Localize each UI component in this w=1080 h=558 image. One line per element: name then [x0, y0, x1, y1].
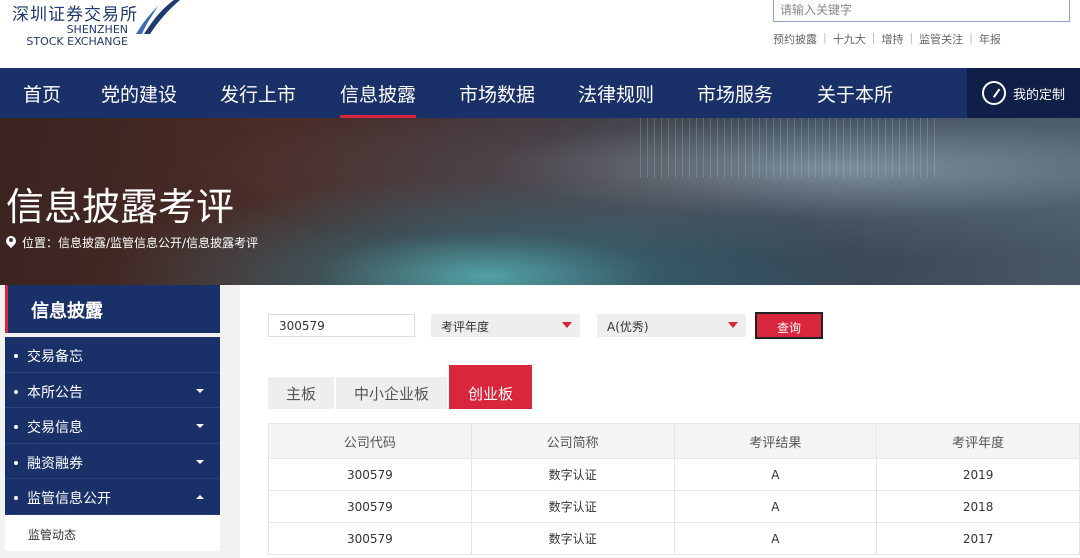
cell-year: 2017 — [876, 522, 1080, 555]
result-select-value: A(优秀) — [607, 320, 649, 334]
nav-item-party[interactable]: 党的建设 — [101, 80, 177, 118]
sidebar-item-label: 融资融券 — [27, 455, 83, 472]
divider: | — [871, 31, 876, 44]
board-tabs: 主板 中小企业板 创业板 — [268, 365, 534, 409]
sidebar-item-announcements[interactable]: 本所公告 — [5, 372, 220, 408]
sidebar-item-label: 监管信息公开 — [27, 491, 111, 507]
chevron-up-icon — [196, 495, 204, 499]
table-header-row: 公司代码 公司简称 考评结果 考评年度 — [268, 423, 1080, 459]
result-select[interactable]: A(优秀) — [597, 314, 746, 337]
breadcrumb-text[interactable]: 位置：信息披露/监管信息公开/信息披露考评 — [22, 234, 258, 251]
logo-cn[interactable]: 深圳证券交易所 — [12, 0, 138, 25]
dropdown-arrow-icon — [562, 322, 572, 328]
page-banner: 信息披露考评 位置：信息披露/监管信息公开/信息披露考评 — [0, 118, 1080, 285]
cell-name: 数字认证 — [470, 522, 675, 555]
year-select[interactable]: 考评年度 — [431, 314, 580, 337]
cell-code: 300579 — [268, 522, 472, 555]
table-row: 300579 数字认证 A 2017 — [268, 522, 1080, 555]
sidebar-item-label: 交易备忘 — [27, 349, 83, 365]
bullet-icon — [14, 496, 18, 500]
sidebar-item-label: 本所公告 — [27, 384, 83, 401]
sidebar: 信息披露 交易备忘 本所公告 交易信息 融资融券 监管信息公开 监管动态 — [0, 285, 240, 558]
logo-mark-icon — [136, 0, 180, 34]
location-pin-icon — [6, 236, 16, 249]
quick-link-1[interactable]: 预约披露 — [773, 31, 817, 47]
quick-link-5[interactable]: 年报 — [979, 31, 1001, 47]
column-header: 考评结果 — [673, 423, 878, 459]
evaluation-table: 公司代码 公司简称 考评结果 考评年度 300579 数字认证 A 2019 3… — [268, 423, 1080, 555]
my-custom-button[interactable]: 我的定制 — [967, 68, 1080, 118]
page: 深圳证券交易所 SHENZHEN STOCK EXCHANGE 请输入关键字 预… — [0, 0, 1080, 558]
divider: | — [909, 31, 914, 44]
cell-result: A — [673, 490, 878, 523]
cell-code: 300579 — [268, 458, 472, 491]
cell-name: 数字认证 — [470, 490, 675, 523]
cell-code: 300579 — [268, 490, 472, 523]
chevron-down-icon — [196, 459, 204, 464]
tab-chinext[interactable]: 创业板 — [449, 365, 532, 409]
banner-decoration — [640, 118, 940, 178]
my-custom-label: 我的定制 — [1013, 88, 1066, 103]
dropdown-arrow-icon — [728, 322, 738, 328]
query-button[interactable]: 查询 — [755, 312, 823, 339]
nav-item-rules[interactable]: 法律规则 — [578, 80, 654, 118]
chevron-down-icon — [196, 388, 204, 393]
quick-link-2[interactable]: 十九大 — [833, 31, 866, 47]
table-row: 300579 数字认证 A 2018 — [268, 490, 1080, 523]
column-header: 考评年度 — [876, 423, 1080, 459]
nav-item-services[interactable]: 市场服务 — [697, 80, 773, 118]
year-select-value: 考评年度 — [441, 320, 490, 334]
chevron-down-icon — [196, 424, 204, 428]
bullet-icon — [14, 354, 18, 358]
tab-main-board[interactable]: 主板 — [268, 377, 334, 409]
cell-year: 2018 — [876, 490, 1080, 523]
table-row: 300579 数字认证 A 2019 — [268, 458, 1080, 491]
cell-result: A — [673, 522, 878, 555]
sidebar-menu: 交易备忘 本所公告 交易信息 融资融券 监管信息公开 监管动态 — [5, 337, 220, 551]
sidebar-subitem-dynamics[interactable]: 监管动态 — [5, 514, 220, 551]
bullet-icon — [14, 460, 18, 465]
page-title: 信息披露考评 — [6, 185, 235, 229]
compass-icon — [982, 81, 1006, 105]
quick-links: 预约披露 | 十九大 | 增持 | 监管关注 | 年报 — [773, 31, 1001, 47]
cell-result: A — [673, 458, 878, 491]
nav-item-disclosure[interactable]: 信息披露 — [340, 80, 417, 118]
bullet-icon — [14, 389, 18, 394]
nav-item-market-data[interactable]: 市场数据 — [459, 80, 535, 118]
nav-item-about[interactable]: 关于本所 — [817, 80, 893, 118]
main-content: 300579 考评年度 A(优秀) 查询 主板 中小企业板 创业板 公司代码 公… — [240, 285, 1080, 558]
sidebar-item-trade-memo[interactable]: 交易备忘 — [5, 337, 220, 373]
sidebar-title: 信息披露 — [5, 285, 220, 333]
nav-item-home[interactable]: 首页 — [23, 80, 61, 118]
sidebar-item-label: 交易信息 — [27, 420, 83, 436]
breadcrumb: 位置：信息披露/监管信息公开/信息披露考评 — [6, 234, 258, 251]
quick-link-4[interactable]: 监管关注 — [919, 31, 963, 47]
site-header: 深圳证券交易所 SHENZHEN STOCK EXCHANGE 请输入关键字 预… — [0, 0, 1080, 68]
company-code-input[interactable]: 300579 — [268, 314, 415, 337]
logo-en-line2: STOCK EXCHANGE — [26, 35, 128, 48]
tab-sme-board[interactable]: 中小企业板 — [336, 377, 447, 409]
bullet-icon — [14, 425, 18, 429]
sidebar-item-regulatory[interactable]: 监管信息公开 — [5, 479, 220, 515]
cell-year: 2019 — [876, 458, 1080, 491]
search-input[interactable]: 请输入关键字 — [773, 0, 1070, 22]
column-header: 公司简称 — [470, 423, 675, 459]
logo-en[interactable]: SHENZHEN STOCK EXCHANGE — [12, 24, 128, 48]
column-header: 公司代码 — [268, 423, 472, 459]
nav-item-listing[interactable]: 发行上市 — [220, 80, 296, 118]
sidebar-item-trade-info[interactable]: 交易信息 — [5, 408, 220, 444]
cell-name: 数字认证 — [470, 458, 675, 491]
divider: | — [969, 31, 973, 44]
quick-link-3[interactable]: 增持 — [881, 31, 903, 47]
sidebar-item-margin[interactable]: 融资融券 — [5, 443, 220, 479]
divider: | — [823, 31, 827, 44]
main-nav: 首页 党的建设 发行上市 信息披露 市场数据 法律规则 市场服务 关于本所 我的… — [0, 68, 1080, 118]
